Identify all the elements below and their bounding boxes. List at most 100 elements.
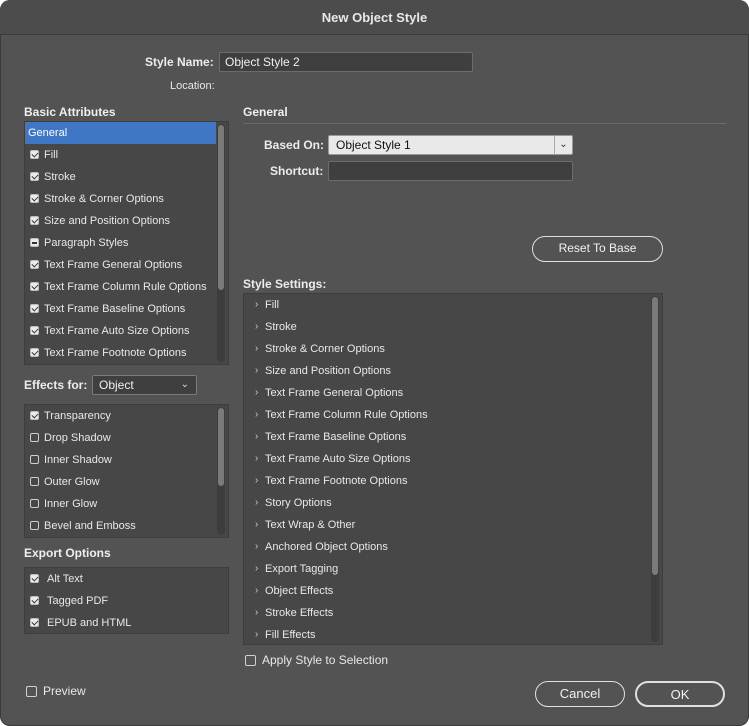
tree-item[interactable]: › Story Options <box>244 492 649 514</box>
tree-item[interactable]: › Stroke Effects <box>244 602 649 624</box>
effects-for-select[interactable]: Object ⌄ <box>92 375 197 395</box>
based-on-select[interactable]: Object Style 1 ⌄ <box>328 135 573 155</box>
list-item[interactable]: Stroke & Corner Options <box>25 188 216 210</box>
chevron-right-icon[interactable]: › <box>255 624 258 646</box>
checkbox[interactable] <box>30 150 39 159</box>
list-item[interactable]: Text Frame Footnote Options <box>25 342 216 364</box>
shortcut-input[interactable] <box>328 161 573 181</box>
effects-scroll-thumb[interactable] <box>218 408 224 486</box>
tree-item[interactable]: › Fill Effects <box>244 624 649 646</box>
based-on-value: Object Style 1 <box>336 138 411 152</box>
list-item[interactable]: Fill <box>25 144 216 166</box>
basic-attributes-scroll-thumb[interactable] <box>218 125 224 290</box>
tree-item[interactable]: › Fill <box>244 294 649 316</box>
list-item[interactable]: EPUB and HTML <box>25 612 228 634</box>
ok-button[interactable]: OK <box>635 681 725 707</box>
list-item[interactable]: Size and Position Options <box>25 210 216 232</box>
checkbox[interactable] <box>30 433 39 442</box>
chevron-right-icon[interactable]: › <box>255 294 258 316</box>
list-item[interactable]: Transparency <box>25 405 216 427</box>
tree-item[interactable]: › Anchored Object Options <box>244 536 649 558</box>
list-item[interactable]: Inner Shadow <box>25 449 216 471</box>
chevron-right-icon[interactable]: › <box>255 470 258 492</box>
chevron-right-icon[interactable]: › <box>255 338 258 360</box>
checkbox[interactable] <box>30 194 39 203</box>
list-item[interactable]: Outer Glow <box>25 471 216 493</box>
checkbox[interactable] <box>30 326 39 335</box>
checkbox[interactable] <box>30 238 39 247</box>
checkbox[interactable] <box>30 411 39 420</box>
checkbox[interactable] <box>30 348 39 357</box>
list-item[interactable]: General <box>25 122 216 144</box>
chevron-right-icon[interactable]: › <box>255 316 258 338</box>
list-item-label: Fill <box>44 149 59 161</box>
tree-item[interactable]: › Text Frame Footnote Options <box>244 470 649 492</box>
tree-item-label: Story Options <box>265 497 332 509</box>
checkbox[interactable] <box>30 282 39 291</box>
chevron-right-icon[interactable]: › <box>255 558 258 580</box>
chevron-right-icon[interactable]: › <box>255 426 258 448</box>
checkbox[interactable] <box>30 574 39 583</box>
tree-item[interactable]: › Stroke <box>244 316 649 338</box>
list-item[interactable]: Bevel and Emboss <box>25 515 216 537</box>
cancel-button[interactable]: Cancel <box>535 681 625 707</box>
tree-item[interactable]: › Text Frame Auto Size Options <box>244 448 649 470</box>
list-item-label: Alt Text <box>47 573 83 585</box>
chevron-right-icon[interactable]: › <box>255 514 258 536</box>
checkbox[interactable] <box>30 618 39 627</box>
tree-item[interactable]: › Object Effects <box>244 580 649 602</box>
chevron-right-icon[interactable]: › <box>255 404 258 426</box>
tree-item-label: Stroke <box>265 321 297 333</box>
checkbox[interactable] <box>30 172 39 181</box>
checkbox[interactable] <box>30 499 39 508</box>
tree-item-label: Text Frame General Options <box>265 387 404 399</box>
list-item-label: Inner Glow <box>44 498 98 510</box>
style-name-input[interactable]: Object Style 2 <box>219 52 473 72</box>
list-item[interactable]: Tagged PDF <box>25 590 228 612</box>
checkbox[interactable] <box>30 596 39 605</box>
checkbox[interactable] <box>30 216 39 225</box>
effects-scrollbar[interactable] <box>217 407 225 535</box>
list-item[interactable]: Drop Shadow <box>25 427 216 449</box>
general-divider <box>243 123 726 124</box>
tree-item[interactable]: › Size and Position Options <box>244 360 649 382</box>
chevron-right-icon[interactable]: › <box>255 448 258 470</box>
list-item[interactable]: Text Frame Baseline Options <box>25 298 216 320</box>
tree-item-label: Size and Position Options <box>265 365 391 377</box>
checkbox[interactable] <box>30 521 39 530</box>
reset-to-base-button[interactable]: Reset To Base <box>532 236 663 262</box>
based-on-label: Based On: <box>264 138 325 152</box>
checkbox[interactable] <box>30 477 39 486</box>
tree-item[interactable]: › Text Frame Column Rule Options <box>244 404 649 426</box>
chevron-right-icon[interactable]: › <box>255 536 258 558</box>
list-item[interactable]: Inner Glow <box>25 493 216 515</box>
list-item[interactable]: Text Frame General Options <box>25 254 216 276</box>
tree-item[interactable]: › Text Wrap & Other <box>244 514 649 536</box>
chevron-right-icon[interactable]: › <box>255 382 258 404</box>
list-item[interactable]: Text Frame Column Rule Options <box>25 276 216 298</box>
style-settings-scroll-thumb[interactable] <box>652 297 658 575</box>
checkbox[interactable] <box>30 455 39 464</box>
style-settings-label: Style Settings: <box>243 277 327 291</box>
list-item[interactable]: Stroke <box>25 166 216 188</box>
list-item[interactable]: Paragraph Styles <box>25 232 216 254</box>
checkbox[interactable] <box>30 304 39 313</box>
tree-item[interactable]: › Text Frame Baseline Options <box>244 426 649 448</box>
tree-item[interactable]: › Stroke & Corner Options <box>244 338 649 360</box>
chevron-right-icon[interactable]: › <box>255 360 258 382</box>
preview-checkbox[interactable] <box>26 686 37 697</box>
apply-style-checkbox[interactable] <box>245 655 256 666</box>
list-item[interactable]: Alt Text <box>25 568 228 590</box>
basic-attributes-scrollbar[interactable] <box>217 124 225 362</box>
chevron-right-icon[interactable]: › <box>255 492 258 514</box>
tree-item-label: Text Frame Column Rule Options <box>265 409 428 421</box>
checkbox[interactable] <box>30 260 39 269</box>
list-item[interactable]: Text Frame Auto Size Options <box>25 320 216 342</box>
style-settings-scrollbar[interactable] <box>651 296 659 642</box>
tree-item[interactable]: › Export Tagging <box>244 558 649 580</box>
chevron-right-icon[interactable]: › <box>255 602 258 624</box>
tree-item[interactable]: › Text Frame General Options <box>244 382 649 404</box>
list-item-label: Text Frame Column Rule Options <box>44 281 207 293</box>
chevron-right-icon[interactable]: › <box>255 580 258 602</box>
chevron-down-icon: ⌄ <box>554 136 572 154</box>
